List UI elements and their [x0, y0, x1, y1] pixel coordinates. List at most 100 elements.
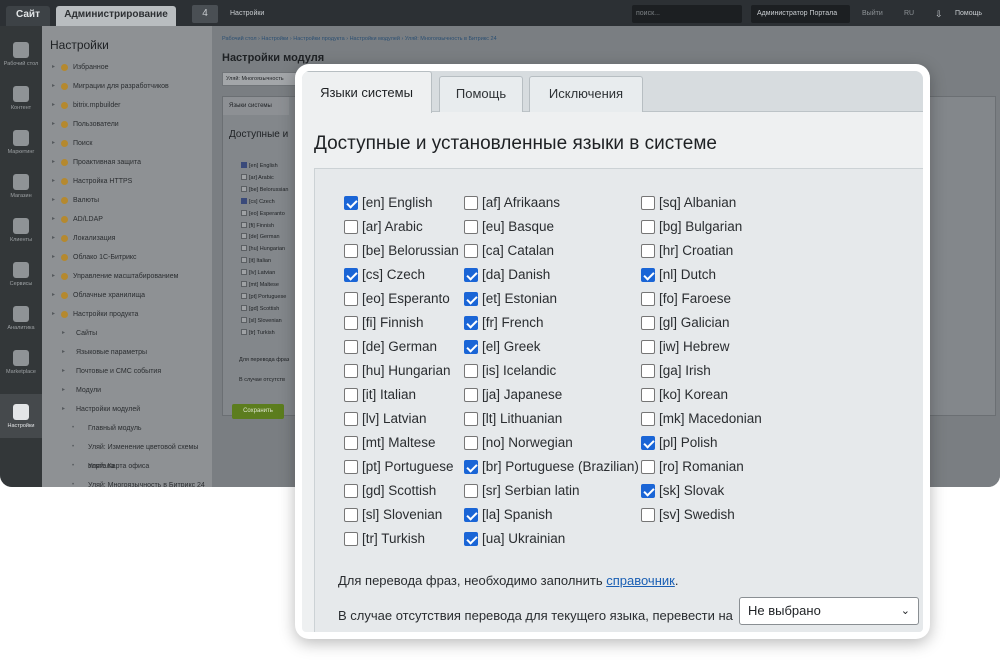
checkbox-unchecked[interactable] — [464, 436, 478, 450]
tree-item[interactable]: ▸ Избранное — [42, 58, 212, 77]
checkbox-unchecked[interactable] — [464, 244, 478, 258]
nav-content[interactable]: Контент — [0, 76, 42, 120]
language-label: [ja] Japanese — [482, 387, 563, 402]
module-select[interactable]: Уляй: Многоязычность — [222, 72, 306, 86]
nav-shop[interactable]: Магазин — [0, 164, 42, 208]
notifications-counter[interactable]: 4 — [192, 5, 218, 23]
tree-item[interactable]: ▸ bitrix.mpbuilder — [42, 96, 212, 115]
tree-item[interactable]: ▸ AD/LDAP — [42, 210, 212, 229]
checkbox-checked[interactable] — [464, 532, 478, 546]
checkbox-unchecked[interactable] — [641, 508, 655, 522]
nav-services[interactable]: Сервисы — [0, 252, 42, 296]
checkbox-checked[interactable] — [344, 196, 358, 210]
checkbox-unchecked[interactable] — [344, 436, 358, 450]
site-tab[interactable]: Сайт — [6, 6, 50, 26]
checkbox-unchecked[interactable] — [641, 316, 655, 330]
tree-item[interactable]: ▸ Миграции для разработчиков — [42, 77, 212, 96]
checkbox-unchecked[interactable] — [344, 364, 358, 378]
checkbox-unchecked[interactable] — [344, 412, 358, 426]
checkbox-unchecked[interactable] — [641, 220, 655, 234]
checkbox-checked[interactable] — [464, 316, 478, 330]
checkbox-unchecked[interactable] — [641, 292, 655, 306]
tree-item[interactable]: • Уляй: Многоязычность в Битрикс 24 — [42, 476, 212, 487]
tree-item[interactable]: ▸ Сайты — [42, 324, 212, 343]
language-label: [eu] Basque — [482, 219, 555, 234]
checkbox-unchecked[interactable] — [344, 388, 358, 402]
tree-item[interactable]: • Главный модуль — [42, 419, 212, 438]
checkbox-checked[interactable] — [464, 292, 478, 306]
checkbox-checked[interactable] — [641, 436, 655, 450]
nav-desktop[interactable]: Рабочий стол — [0, 32, 42, 76]
checkbox-unchecked[interactable] — [344, 460, 358, 474]
checkbox-unchecked[interactable] — [344, 340, 358, 354]
checkbox-unchecked[interactable] — [641, 412, 655, 426]
tree-item[interactable]: ▸ Проактивная защита — [42, 153, 212, 172]
checkbox-checked[interactable] — [464, 340, 478, 354]
tree-arrow-icon: ▸ — [52, 178, 56, 184]
checkbox-unchecked[interactable] — [464, 388, 478, 402]
tree-item[interactable]: • Уляй: Карта офиса — [42, 457, 212, 476]
save-button[interactable]: Сохранить — [232, 404, 284, 419]
tree-item[interactable]: ▸ Поиск — [42, 134, 212, 153]
tree-item[interactable]: ▸ Управление масштабированием — [42, 267, 212, 286]
checkbox-unchecked[interactable] — [464, 364, 478, 378]
language-label: [ko] Korean — [659, 387, 729, 402]
dictionary-link[interactable]: справочник — [606, 573, 675, 588]
checkbox-unchecked[interactable] — [641, 460, 655, 474]
checkbox-unchecked[interactable] — [344, 316, 358, 330]
checkbox-checked[interactable] — [464, 268, 478, 282]
nav-clients[interactable]: Клиенты — [0, 208, 42, 252]
page-title: Настройки модуля — [222, 52, 325, 64]
checkbox-unchecked[interactable] — [344, 292, 358, 306]
background-tab-languages[interactable]: Языки системы — [223, 97, 289, 115]
tree-item[interactable]: ▸ Локализация — [42, 229, 212, 248]
nav-marketplace[interactable]: Marketplace — [0, 340, 42, 384]
user-menu[interactable]: Администратор Портала — [751, 5, 850, 23]
search-input[interactable]: поиск... — [632, 5, 742, 23]
checkbox-checked[interactable] — [464, 508, 478, 522]
tree-item[interactable]: ▸ Настройки продукта — [42, 305, 212, 324]
exit-link[interactable]: Выйти — [862, 5, 883, 23]
nav-settings[interactable]: Настройки — [0, 394, 42, 438]
tree-item[interactable]: ▸ Облако 1С-Битрикс — [42, 248, 212, 267]
checkbox-checked[interactable] — [641, 484, 655, 498]
checkbox-unchecked[interactable] — [344, 508, 358, 522]
checkbox-unchecked[interactable] — [641, 244, 655, 258]
tree-item[interactable]: ▸ Языковые параметры — [42, 343, 212, 362]
checkbox-checked[interactable] — [344, 268, 358, 282]
checkbox-unchecked[interactable] — [344, 220, 358, 234]
fallback-language-select[interactable]: Не выбрано ⌄ — [739, 597, 919, 625]
nav-marketing[interactable]: Маркетинг — [0, 120, 42, 164]
tree-item[interactable]: ▸ Настройка HTTPS — [42, 172, 212, 191]
help-link[interactable]: Помощь — [955, 5, 982, 23]
checkbox-unchecked[interactable] — [464, 220, 478, 234]
checkbox-unchecked[interactable] — [641, 340, 655, 354]
checkbox-checked[interactable] — [464, 460, 478, 474]
checkbox-unchecked[interactable] — [344, 244, 358, 258]
language-switch[interactable]: RU — [904, 5, 914, 23]
checkbox-unchecked[interactable] — [641, 364, 655, 378]
checkbox-unchecked[interactable] — [344, 532, 358, 546]
checkbox-unchecked[interactable] — [641, 196, 655, 210]
settings-link[interactable]: Настройки — [230, 5, 264, 23]
tree-item[interactable]: ▸ Почтовые и СМС события — [42, 362, 212, 381]
tree-item[interactable]: ▸ Облачные хранилища — [42, 286, 212, 305]
checkbox-unchecked[interactable] — [344, 484, 358, 498]
tab-help[interactable]: Помощь — [439, 76, 523, 112]
checkbox-checked[interactable] — [641, 268, 655, 282]
checkbox-unchecked[interactable] — [464, 484, 478, 498]
nav-analytics[interactable]: Аналитика — [0, 296, 42, 340]
tree-item[interactable]: ▸ Валюты — [42, 191, 212, 210]
checkbox-unchecked[interactable] — [464, 412, 478, 426]
tree-item[interactable]: • Уляй: Изменение цветовой схемы портала — [42, 438, 212, 470]
tree-item[interactable]: ▸ Пользователи — [42, 115, 212, 134]
breadcrumb[interactable]: Рабочий стол › Настройки › Настройки про… — [222, 36, 497, 42]
admin-tab[interactable]: Администрирование — [56, 6, 176, 26]
tree-item[interactable]: ▸ Модули — [42, 381, 212, 400]
checkbox-unchecked[interactable] — [464, 196, 478, 210]
tab-exclusions[interactable]: Исключения — [529, 76, 643, 112]
tree-item[interactable]: ▸ Настройки модулей — [42, 400, 212, 419]
checkbox-unchecked[interactable] — [641, 388, 655, 402]
pin-icon[interactable]: ⇩ — [935, 5, 943, 23]
tab-system-languages[interactable]: Языки системы — [302, 71, 432, 113]
